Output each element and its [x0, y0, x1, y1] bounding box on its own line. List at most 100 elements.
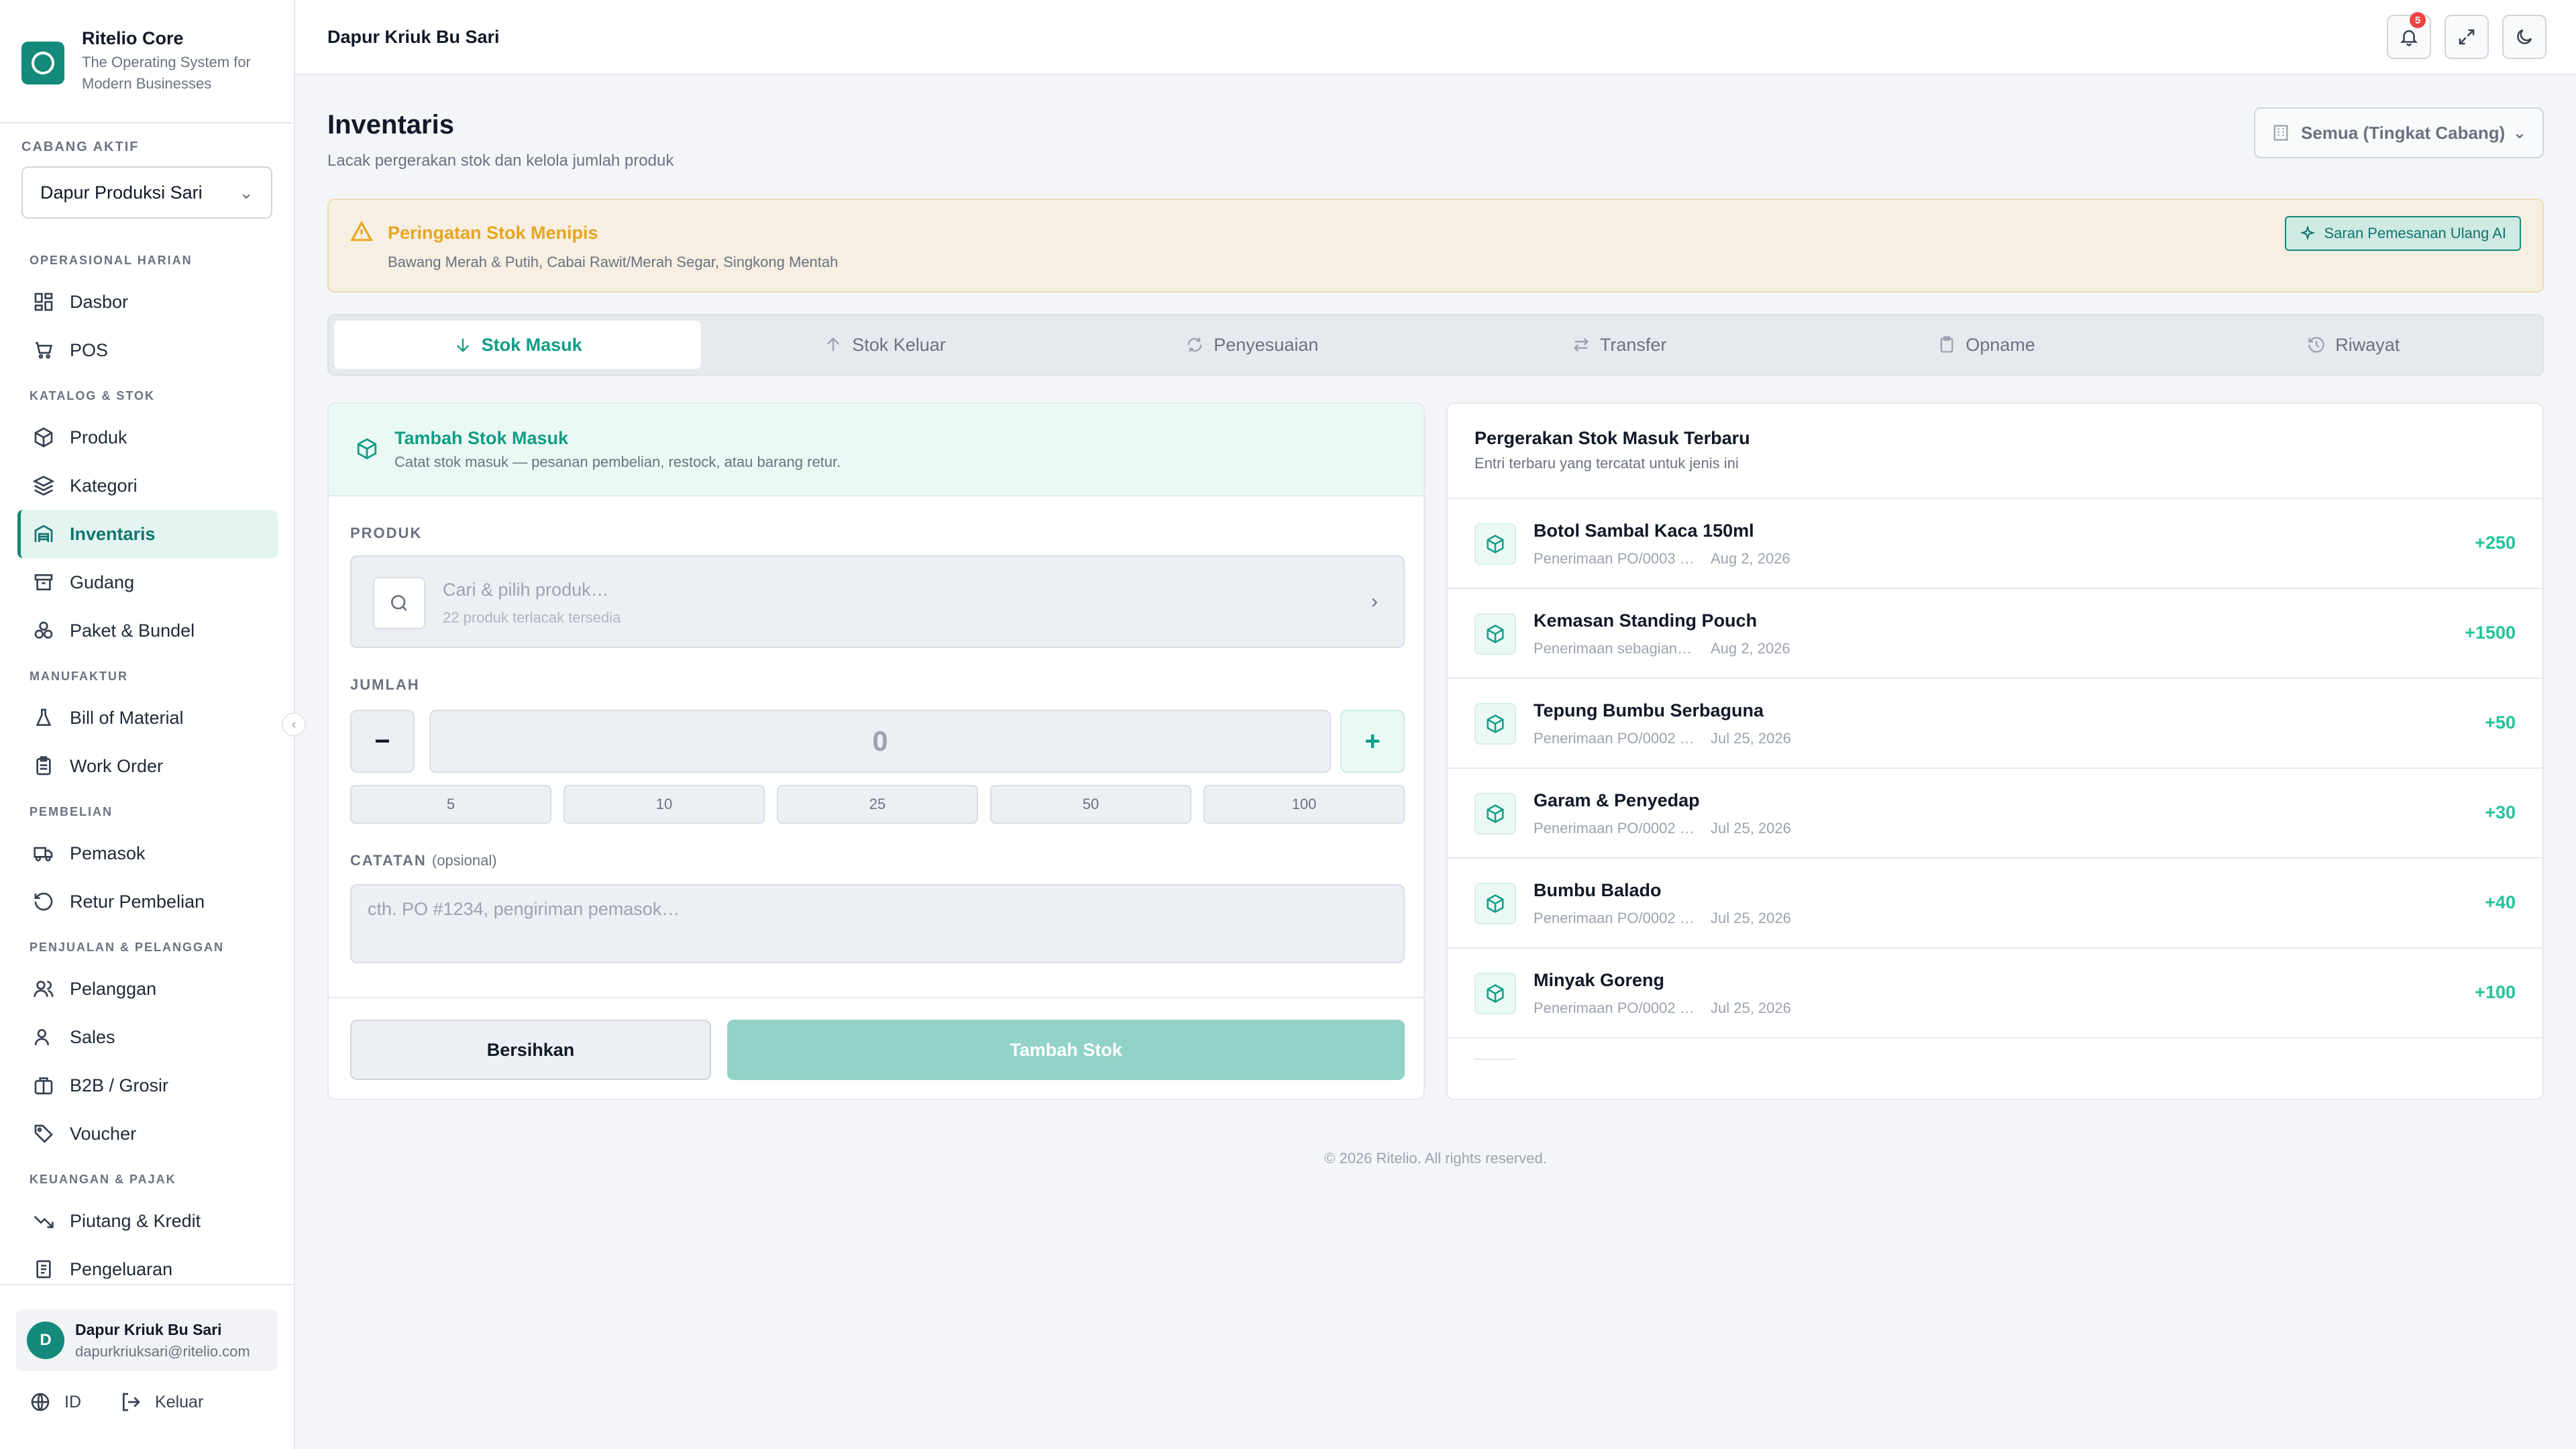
package-icon	[1474, 793, 1516, 835]
movement-quantity: +100	[2475, 982, 2516, 1002]
sidebar-item-piutang-kredit[interactable]: Piutang & Kredit	[17, 1197, 278, 1245]
sidebar-item-b2b-grosir[interactable]: B2B / Grosir	[17, 1061, 278, 1110]
preset-button-100[interactable]: 100	[1203, 785, 1405, 824]
product-picker[interactable]: Cari & pilih produk… 22 produk terlacak …	[350, 555, 1405, 648]
package-icon	[1474, 613, 1516, 655]
nav-section-title: PEMBELIAN	[30, 805, 113, 818]
theme-toggle-button[interactable]	[2502, 15, 2546, 59]
sidebar-item-pos[interactable]: POS	[17, 326, 278, 374]
brand: Ritelio Core The Operating System for Mo…	[0, 0, 294, 123]
sidebar-item-dasbor[interactable]: Dasbor	[17, 278, 278, 326]
preset-button-10[interactable]: 10	[564, 785, 765, 824]
tab-riwayat[interactable]: Riwayat	[2170, 321, 2537, 369]
recent-title: Pergerakan Stok Masuk Terbaru	[1474, 428, 1750, 448]
movement-quantity: +50	[2485, 712, 2516, 733]
movement-date: Jul 25, 2026	[1711, 1000, 1791, 1016]
preset-button-5[interactable]: 5	[350, 785, 551, 824]
movement-reference: Penerimaan PO/0002 …	[1534, 730, 1695, 747]
sidebar-item-gudang[interactable]: Gudang	[17, 558, 278, 606]
user-check-icon	[32, 1026, 55, 1049]
language-switch[interactable]: ID	[30, 1391, 81, 1413]
sidebar-item-label: Bill of Material	[70, 707, 184, 728]
sidebar-item-label: Dasbor	[70, 291, 129, 312]
nav-section-title: MANUFAKTUR	[30, 669, 128, 683]
sidebar-item-voucher[interactable]: Voucher	[17, 1110, 278, 1158]
fullscreen-button[interactable]	[2445, 15, 2489, 59]
movement-reference: Penerimaan PO/0002 …	[1534, 820, 1695, 837]
sidebar: Ritelio Core The Operating System for Mo…	[0, 0, 295, 1449]
nav-section-title: KATALOG & STOK	[30, 389, 155, 402]
tab-transfer[interactable]: Transfer	[1436, 321, 1803, 369]
tab-label: Opname	[1966, 334, 2035, 355]
list-item[interactable]: Garam & Penyedap Penerimaan PO/0002 … Jul…	[1448, 769, 2542, 859]
receipt-icon	[32, 1258, 55, 1279]
quantity-increment-button[interactable]: +	[1340, 710, 1405, 773]
brand-tagline: The Operating System for Modern Business…	[82, 54, 251, 92]
sidebar-item-label: Pelanggan	[70, 978, 157, 999]
cart-icon	[32, 339, 55, 362]
notes-textarea[interactable]	[350, 884, 1405, 963]
tab-opname[interactable]: Opname	[1803, 321, 2169, 369]
tab-stok-masuk[interactable]: Stok Masuk	[334, 321, 702, 369]
tab-stok-keluar[interactable]: Stok Keluar	[701, 321, 1068, 369]
branch-select[interactable]: Dapur Produksi Sari ⌄	[21, 166, 272, 219]
sidebar-item-work-order[interactable]: Work Order	[17, 742, 278, 790]
layers-icon	[32, 474, 55, 497]
sidebar-item-label: B2B / Grosir	[70, 1075, 169, 1095]
scope-select[interactable]: Semua (Tingkat Cabang) ⌄	[2254, 107, 2544, 158]
package-icon	[356, 437, 378, 464]
movement-reference: Penerimaan PO/0002 …	[1534, 910, 1695, 926]
add-stock-button[interactable]: Tambah Stok	[727, 1020, 1405, 1080]
alert-body: Bawang Merah & Putih, Cabai Rawit/Merah …	[388, 254, 839, 270]
chevron-down-icon: ⌄	[239, 182, 254, 203]
preset-button-25[interactable]: 25	[777, 785, 978, 824]
nav-section-title: PENJUALAN & PELANGGAN	[30, 941, 225, 954]
list-item[interactable]: Botol Sambal Kaca 150ml Penerimaan PO/00…	[1448, 499, 2542, 589]
divider	[329, 997, 1424, 998]
movement-date: Aug 2, 2026	[1711, 640, 1790, 657]
sidebar-item-pengeluaran[interactable]: Pengeluaran	[17, 1245, 278, 1279]
ai-reorder-button[interactable]: Saran Pemesanan Ulang AI	[2285, 216, 2521, 251]
quantity-decrement-button[interactable]: −	[350, 710, 415, 773]
list-item[interactable]: Kemasan Standing Pouch Penerimaan sebagi…	[1448, 589, 2542, 679]
sidebar-item-paket-bundel[interactable]: Paket & Bundel	[17, 606, 278, 655]
logout-button[interactable]: Keluar	[120, 1391, 203, 1413]
movement-reference: Penerimaan PO/0002 …	[1534, 1000, 1695, 1016]
notifications-button[interactable]: 5	[2387, 12, 2431, 59]
sidebar-item-retur-pembelian[interactable]: Retur Pembelian	[17, 877, 278, 926]
notes-label-text: CATATAN	[350, 852, 427, 869]
bell-icon	[2400, 30, 2418, 46]
product-hint: 22 produk terlacak tersedia	[443, 609, 621, 626]
package-icon	[1474, 973, 1516, 1014]
list-item[interactable]: Minyak Goreng Penerimaan PO/0002 … Jul 25…	[1448, 949, 2542, 1038]
sidebar-item-pemasok[interactable]: Pemasok	[17, 829, 278, 877]
list-item[interactable]: Bumbu Balado Penerimaan PO/0002 … Jul 25,…	[1448, 859, 2542, 949]
sidebar-item-kategori[interactable]: Kategori	[17, 462, 278, 510]
clear-button[interactable]: Bersihkan	[350, 1020, 711, 1080]
quantity-input[interactable]	[429, 710, 1331, 773]
sidebar-item-inventaris[interactable]: Inventaris	[17, 510, 278, 558]
add-stock-form: Tambah Stok Masuk Catat stok masuk — pes…	[327, 402, 1425, 1100]
inventory-tabs: Stok Masuk Stok Keluar Penyesuaian Trans…	[327, 314, 2544, 376]
notes-label: CATATAN (opsional)	[350, 852, 497, 869]
sidebar-item-produk[interactable]: Produk	[17, 413, 278, 462]
branch-select-value: Dapur Produksi Sari	[40, 182, 203, 203]
movement-date: Jul 25, 2026	[1711, 910, 1791, 926]
sidebar-item-label: Kategori	[70, 475, 138, 496]
sidebar-collapse-button[interactable]: ‹	[282, 712, 306, 737]
list-item[interactable]: Tepung Bumbu Serbaguna Penerimaan PO/000…	[1448, 679, 2542, 769]
preset-button-50[interactable]: 50	[990, 785, 1191, 824]
movement-product: Bumbu Balado	[1534, 880, 1662, 900]
scope-select-value: Semua (Tingkat Cabang)	[2301, 122, 2506, 143]
sidebar-item-pelanggan[interactable]: Pelanggan	[17, 965, 278, 1013]
user-card[interactable]: D Dapur Kriuk Bu Sari dapurkriuksari@rit…	[16, 1309, 278, 1371]
sidebar-item-bill-of-material[interactable]: Bill of Material	[17, 694, 278, 742]
tab-penyesuaian[interactable]: Penyesuaian	[1069, 321, 1436, 369]
movement-reference: Penerimaan sebagian…	[1534, 640, 1693, 657]
logout-label: Keluar	[155, 1392, 204, 1411]
sidebar-item-sales[interactable]: Sales	[17, 1013, 278, 1061]
sidebar-item-label: Voucher	[70, 1123, 137, 1144]
movement-quantity: +40	[2485, 892, 2516, 912]
user-email: dapurkriuksari@ritelio.com	[75, 1342, 250, 1360]
movement-product: Kemasan Standing Pouch	[1534, 610, 1758, 631]
